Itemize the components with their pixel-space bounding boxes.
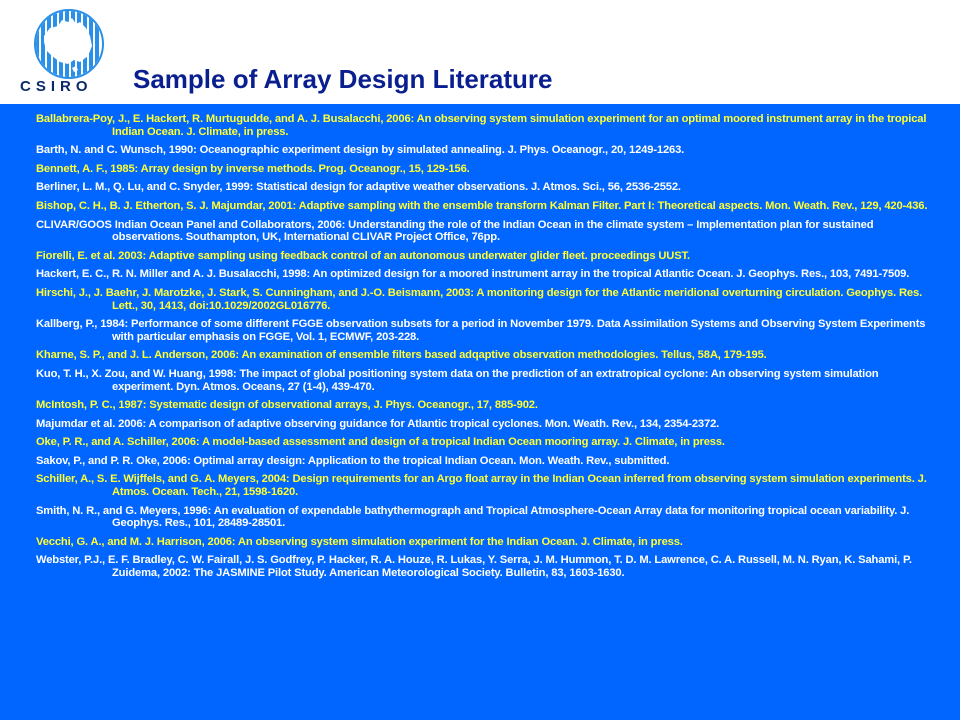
reference-entry: Sakov, P., and P. R. Oke, 2006: Optimal … <box>36 454 670 467</box>
slide-title: Sample of Array Design Literature <box>133 64 553 94</box>
reference-entry: Webster, P.J., E. F. Bradley, C. W. Fair… <box>36 554 912 580</box>
reference-entry: Fiorelli, E. et al. 2003: Adaptive sampl… <box>36 249 690 262</box>
reference-entry: Kuo, T. H., X. Zou, and W. Huang, 1998: … <box>36 367 879 393</box>
reference-entry: McIntosh, P. C., 1987: Systematic design… <box>36 399 538 412</box>
reference-entry: Majumdar et al. 2006: A comparison of ad… <box>36 417 720 430</box>
reference-list: Ballabrera-Poy, J., E. Hackert, R. Murtu… <box>0 104 960 720</box>
reference-entry: Schiller, A., S. E. Wijffels, and G. A. … <box>36 473 927 499</box>
reference-entry: Barth, N. and C. Wunsch, 1990: Oceanogra… <box>36 144 685 157</box>
reference-entry: Berliner, L. M., Q. Lu, and C. Snyder, 1… <box>36 181 681 194</box>
reference-entry: Ballabrera-Poy, J., E. Hackert, R. Murtu… <box>36 113 927 138</box>
reference-entry: Smith, N. R., and G. Meyers, 1996: An ev… <box>36 504 910 530</box>
reference-entry: Kallberg, P., 1984: Performance of some … <box>36 318 926 343</box>
reference-entry: Bishop, C. H., B. J. Etherton, S. J. Maj… <box>36 199 928 212</box>
reference-entry: Vecchi, G. A., and M. J. Harrison, 2006:… <box>36 535 683 548</box>
slide-header: CSIRO Sample of Array Design Literature <box>0 0 960 104</box>
reference-entry: Kharne, S. P., and J. L. Anderson, 2006:… <box>36 349 767 362</box>
reference-entry: CLIVAR/GOOS Indian Ocean Panel and Colla… <box>36 218 874 244</box>
reference-entry: Hirschi, J., J. Baehr, J. Marotzke, J. S… <box>36 286 923 312</box>
reference-entry: Oke, P. R., and A. Schiller, 2006: A mod… <box>36 436 725 449</box>
reference-entry: Hackert, E. C., R. N. Miller and A. J. B… <box>36 268 910 281</box>
reference-entry: Bennett, A. F., 1985: Array design by in… <box>36 162 470 175</box>
csiro-logo-text: CSIRO <box>20 78 93 95</box>
